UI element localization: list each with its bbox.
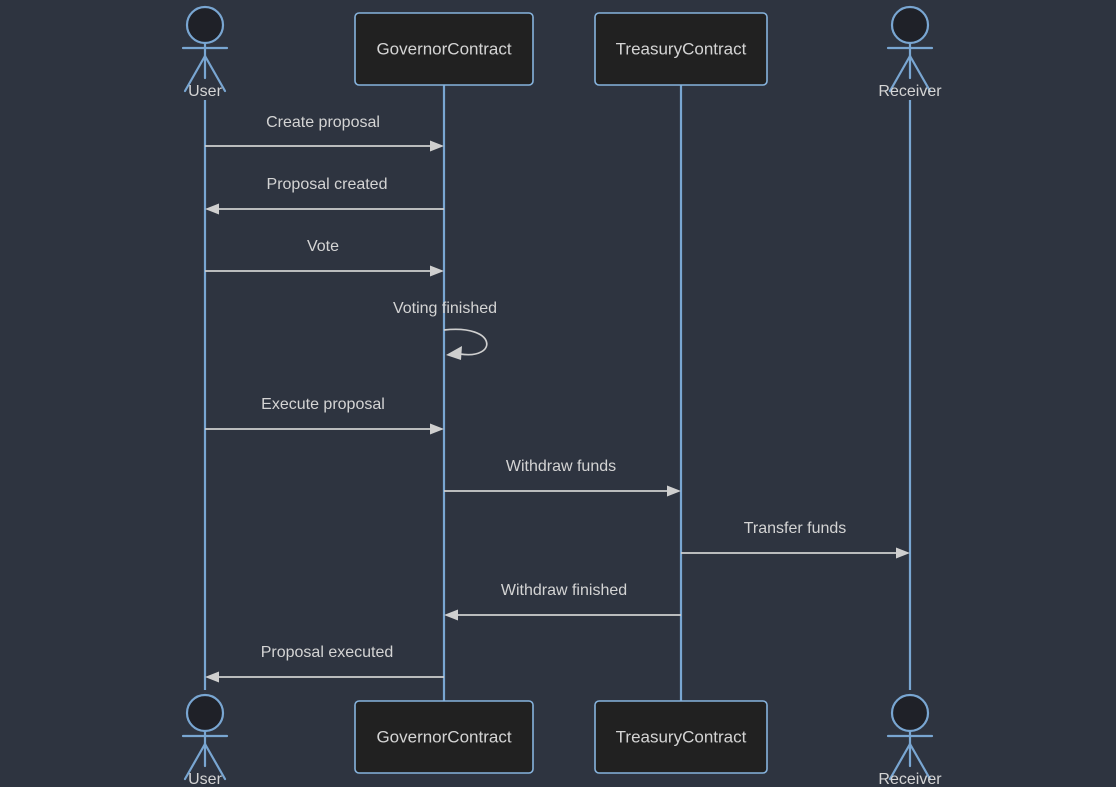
message-label-m9: Proposal executed (261, 644, 394, 661)
message-label-m1: Create proposal (266, 114, 380, 131)
arrowhead-icon (430, 265, 444, 277)
participant-governor-top[interactable]: GovernorContract (354, 12, 534, 86)
actor-receiver-bottom[interactable]: Receiver (878, 693, 942, 787)
actor-receiver-top[interactable]: Receiver (878, 5, 942, 100)
message-label-m6: Withdraw funds (506, 458, 616, 475)
arrowhead-icon (205, 671, 219, 683)
message-m1[interactable]: Create proposal (205, 114, 444, 152)
message-label-m3: Vote (307, 238, 339, 255)
actor-label-user: User (188, 83, 222, 100)
message-m8[interactable]: Withdraw finished (444, 582, 681, 621)
actor-user-bottom[interactable]: User (181, 693, 229, 787)
participant-label-governor: GovernorContract (376, 39, 511, 58)
message-m6[interactable]: Withdraw funds (444, 458, 681, 497)
message-label-m7: Transfer funds (744, 520, 847, 537)
participant-governor-bottom[interactable]: GovernorContract (354, 700, 534, 774)
actor-head-icon (185, 5, 225, 45)
message-m5[interactable]: Execute proposal (205, 396, 444, 435)
sequence-diagram-svg: User User GovernorContract GovernorContract… (181, 5, 942, 787)
participant-label-treasury: TreasuryContract (616, 727, 747, 746)
message-m2[interactable]: Proposal created (205, 176, 444, 215)
message-m7[interactable]: Transfer funds (681, 520, 910, 559)
message-m9[interactable]: Proposal executed (205, 644, 444, 683)
participant-label-treasury: TreasuryContract (616, 39, 747, 58)
self-loop-path (443, 328, 488, 356)
actor-head-icon (185, 693, 225, 733)
actor-label-receiver: Receiver (878, 83, 942, 100)
actor-user-top[interactable]: User (181, 5, 229, 100)
arrowhead-icon (446, 346, 462, 360)
messages-layer: Create proposal Proposal created Vote Votin… (205, 114, 910, 683)
arrowhead-icon (444, 609, 458, 621)
participant-treasury-top[interactable]: TreasuryContract (594, 12, 768, 86)
actor-head-icon (890, 693, 930, 733)
message-label-m5: Execute proposal (261, 396, 385, 413)
actor-label-user: User (188, 771, 222, 787)
sequence-diagram-canvas: User User GovernorContract GovernorContract… (0, 0, 1116, 787)
arrowhead-icon (430, 423, 444, 435)
actor-label-receiver: Receiver (878, 771, 942, 787)
arrowhead-icon (667, 485, 681, 497)
message-label-m8: Withdraw finished (501, 582, 627, 599)
participant-treasury-bottom[interactable]: TreasuryContract (594, 700, 768, 774)
message-m3[interactable]: Vote (205, 238, 444, 277)
message-label-m4: Voting finished (393, 300, 497, 317)
arrowhead-icon (430, 140, 444, 152)
actor-head-icon (890, 5, 930, 45)
message-label-m2: Proposal created (267, 176, 388, 193)
participant-label-governor: GovernorContract (376, 727, 511, 746)
arrowhead-icon (896, 547, 910, 559)
arrowhead-icon (205, 203, 219, 215)
